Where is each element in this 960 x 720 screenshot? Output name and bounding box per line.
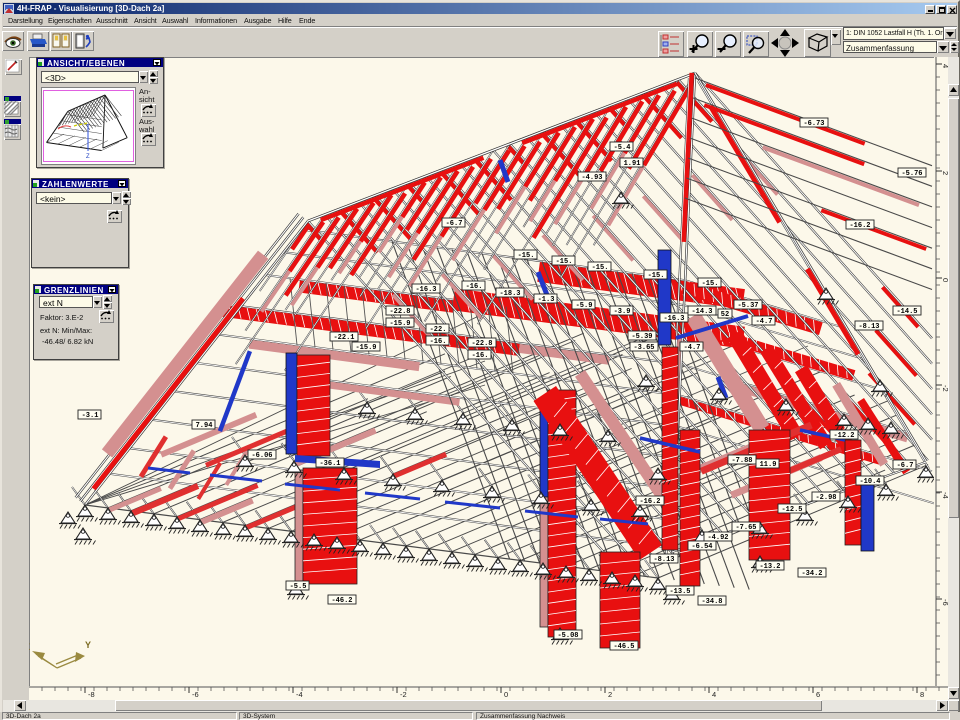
- svg-text:Z: Z: [86, 154, 90, 160]
- svg-text:-6.7: -6.7: [446, 220, 463, 228]
- svg-text:-15.: -15.: [648, 272, 665, 280]
- svg-text:2: 2: [608, 690, 612, 699]
- svg-text:-18.3: -18.3: [499, 290, 520, 298]
- svg-text:-16.: -16.: [472, 352, 489, 360]
- svg-text:-34.8: -34.8: [701, 598, 722, 606]
- svg-text:11.9: 11.9: [760, 461, 777, 469]
- svg-text:7.94: 7.94: [196, 422, 213, 430]
- svg-text:-16.2: -16.2: [639, 498, 660, 506]
- svg-text:-5.37: -5.37: [737, 302, 758, 310]
- svg-text:-15.: -15.: [592, 264, 609, 272]
- svg-text:-4: -4: [296, 690, 303, 699]
- svg-text:-16.: -16.: [466, 283, 483, 291]
- svg-text:-12.5: -12.5: [781, 506, 802, 514]
- svg-text:-22.8: -22.8: [471, 340, 492, 348]
- svg-text:-3.9: -3.9: [614, 308, 631, 316]
- svg-text:-16.3: -16.3: [415, 286, 436, 294]
- svg-text:-2: -2: [941, 385, 948, 392]
- svg-text:-3.65: -3.65: [633, 344, 654, 352]
- svg-text:-14.5: -14.5: [896, 308, 917, 316]
- svg-text:-14.3: -14.3: [691, 308, 712, 316]
- svg-text:-36.1: -36.1: [319, 460, 340, 468]
- svg-text:-15.9: -15.9: [355, 344, 376, 352]
- svg-text:2: 2: [941, 171, 948, 175]
- svg-text:-22.1: -22.1: [333, 334, 354, 342]
- svg-text:1.91: 1.91: [624, 160, 641, 168]
- svg-text:-5.4: -5.4: [614, 144, 631, 152]
- svg-text:-15.9: -15.9: [389, 320, 410, 328]
- svg-text:-10.4: -10.4: [859, 478, 880, 486]
- svg-text:-16.2: -16.2: [849, 222, 870, 230]
- svg-text:52: 52: [721, 311, 729, 319]
- svg-text:-7.88: -7.88: [731, 457, 752, 465]
- svg-text:-13.5: -13.5: [669, 588, 690, 596]
- svg-text:-1.3: -1.3: [538, 296, 555, 304]
- svg-text:-7.65: -7.65: [735, 524, 756, 532]
- svg-text:-4.7: -4.7: [684, 344, 701, 352]
- svg-text:-5.08: -5.08: [557, 632, 578, 640]
- svg-text:-34.2: -34.2: [801, 570, 822, 578]
- svg-text:-16.3: -16.3: [663, 315, 684, 323]
- svg-text:-15.: -15.: [702, 280, 719, 288]
- svg-text:-46.5: -46.5: [613, 643, 634, 651]
- svg-text:-6: -6: [192, 690, 199, 699]
- svg-text:-6.73: -6.73: [803, 120, 824, 128]
- svg-text:-22.8: -22.8: [389, 308, 410, 316]
- svg-text:-16.: -16.: [430, 338, 447, 346]
- svg-text:8: 8: [920, 690, 924, 699]
- svg-text:-5.76: -5.76: [901, 170, 922, 178]
- svg-text:-15.: -15.: [556, 258, 573, 266]
- svg-text:-4: -4: [941, 492, 948, 499]
- svg-text:-6.54: -6.54: [691, 543, 712, 551]
- svg-text:-5.39: -5.39: [631, 333, 652, 341]
- svg-text:0: 0: [504, 690, 508, 699]
- svg-text:-4.7: -4.7: [756, 318, 773, 326]
- svg-text:6: 6: [816, 690, 820, 699]
- svg-text:-6.7: -6.7: [897, 462, 914, 470]
- svg-text:-2: -2: [400, 690, 407, 699]
- svg-text:-6.06: -6.06: [251, 452, 272, 460]
- svg-text:-3.1: -3.1: [82, 412, 99, 420]
- svg-text:-8.13: -8.13: [858, 323, 879, 331]
- svg-text:-2.98: -2.98: [815, 494, 836, 502]
- svg-text:-8.13: -8.13: [653, 556, 674, 564]
- svg-text:-46.2: -46.2: [331, 597, 352, 605]
- svg-text:-15.: -15.: [518, 252, 535, 260]
- svg-text:-22.: -22.: [430, 326, 447, 334]
- svg-text:-8: -8: [88, 690, 95, 699]
- svg-text:0: 0: [941, 278, 948, 282]
- svg-text:X: X: [29, 642, 30, 652]
- svg-text:-6: -6: [941, 599, 948, 606]
- svg-text:-12.2: -12.2: [833, 432, 854, 440]
- svg-text:-5.5: -5.5: [290, 583, 307, 591]
- svg-text:Y: Y: [85, 640, 91, 650]
- svg-text:-13.2: -13.2: [759, 563, 780, 571]
- svg-text:-4.93: -4.93: [581, 174, 602, 182]
- svg-text:4: 4: [941, 64, 948, 68]
- svg-text:-5.9: -5.9: [576, 302, 593, 310]
- svg-text:4: 4: [712, 690, 716, 699]
